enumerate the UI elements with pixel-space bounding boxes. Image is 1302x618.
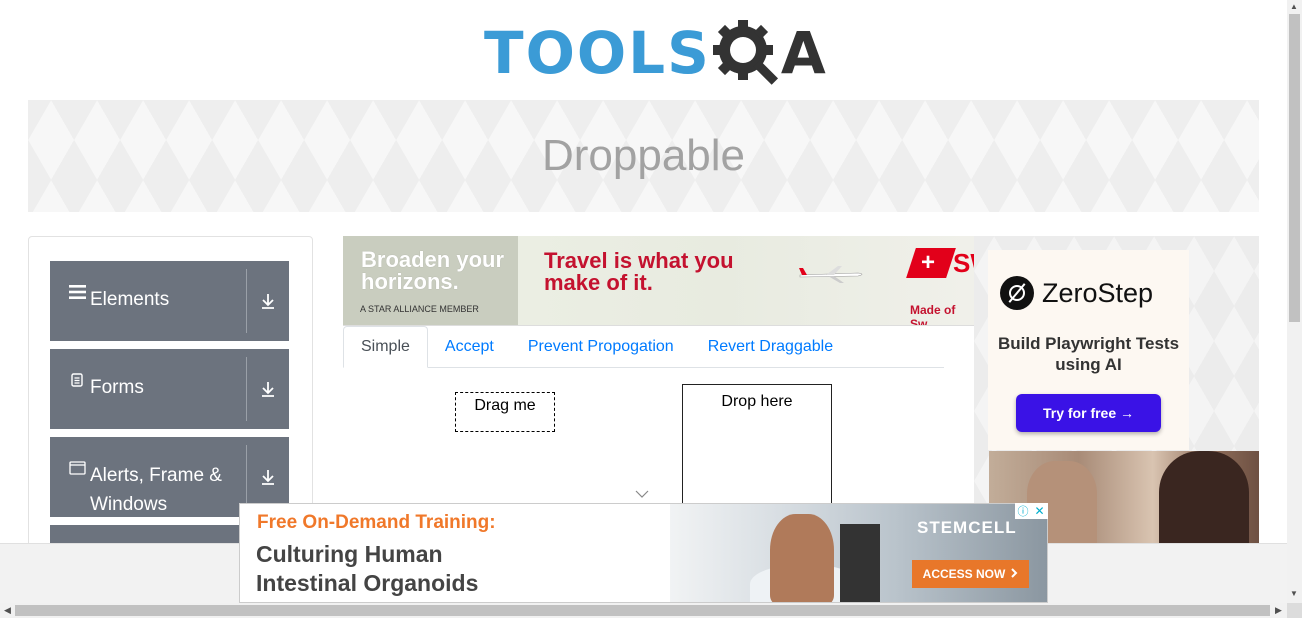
stemcell-logo: STEMCELL xyxy=(917,518,1017,537)
ad-kicker: Free On-Demand Training: xyxy=(257,512,496,533)
airplane-icon xyxy=(799,266,863,283)
chevron-down-icon xyxy=(635,487,649,501)
scrollbar-thumb[interactable] xyxy=(15,605,1270,616)
download-icon[interactable] xyxy=(247,261,289,341)
horizontal-scrollbar[interactable]: ◀ ▶ xyxy=(0,603,1287,618)
page-title: Droppable xyxy=(541,131,746,180)
access-now-button[interactable]: ACCESS NOW xyxy=(912,560,1029,588)
sidebar-group-forms[interactable]: Forms xyxy=(50,349,289,429)
ad-headline: Travel is what you make of it. xyxy=(544,248,734,295)
scroll-left-icon[interactable]: ◀ xyxy=(4,605,11,616)
ad-left-text: Broaden your horizons. xyxy=(361,247,505,294)
toolsqa-logo[interactable]: TOOLS A xyxy=(484,14,826,92)
chevron-right-icon xyxy=(1011,567,1018,581)
zerostep-brand: ZeroStep xyxy=(1042,277,1154,308)
sidebar-group-elements[interactable]: Elements xyxy=(50,261,289,341)
zerostep-logo-icon xyxy=(1000,276,1034,310)
microscope-icon xyxy=(840,524,880,602)
ad-close-icon[interactable]: ✕ xyxy=(1031,503,1048,519)
sidebar-group-label: Forms xyxy=(90,377,144,398)
tab-revert-draggable[interactable]: Revert Draggable xyxy=(691,326,850,368)
sidebar-group-label: Alerts, Frame & Windows xyxy=(90,465,222,515)
ad-headline: Culturing Human Intestinal Organoids xyxy=(256,540,478,598)
zerostep-logo: ZeroStep xyxy=(1000,276,1153,310)
download-icon[interactable] xyxy=(247,349,289,429)
right-advertisement[interactable]: ZeroStep Build Playwright Tests using AI… xyxy=(974,236,1259,543)
scroll-up-icon[interactable]: ▲ xyxy=(1290,2,1298,11)
ad-headline-line: Culturing Human xyxy=(256,541,443,567)
window-icon xyxy=(67,461,87,475)
try-for-free-button[interactable]: Try for free → xyxy=(1016,394,1161,432)
zerostep-card[interactable]: ZeroStep Build Playwright Tests using AI… xyxy=(988,250,1189,450)
droppable-tabs: Simple Accept Prevent Propogation Revert… xyxy=(343,326,944,368)
logo-qa: A xyxy=(712,16,826,90)
ad-info-icon[interactable]: ⓘ xyxy=(1015,503,1031,519)
ad-alliance-text: A STAR ALLIANCE MEMBER xyxy=(360,304,479,314)
document-icon xyxy=(67,373,87,387)
tab-simple[interactable]: Simple xyxy=(343,326,428,368)
bottom-advertisement[interactable]: Free On-Demand Training: Culturing Human… xyxy=(239,503,1048,603)
droppable-box[interactable]: Drop here xyxy=(682,384,832,514)
tab-prevent-propogation[interactable]: Prevent Propogation xyxy=(511,326,691,368)
page: TOOLS A Droppable Elements Forms Alerts,… xyxy=(0,0,1302,618)
vertical-scrollbar[interactable]: ▲ ▼ xyxy=(1287,0,1302,603)
ad-brand: SW xyxy=(953,248,974,278)
zerostep-subtitle: Build Playwright Tests using AI xyxy=(997,334,1180,374)
photo-person xyxy=(1159,451,1249,543)
scroll-right-icon[interactable]: ▶ xyxy=(1275,605,1282,616)
swiss-flag-icon: + xyxy=(906,248,956,278)
ad-scientist xyxy=(770,514,834,602)
ad-headline-line: Intestinal Organoids xyxy=(256,570,479,596)
gear-magnifier-icon xyxy=(712,20,778,85)
ad-tagline: Made of Sw xyxy=(910,303,956,326)
logo-a: A xyxy=(780,19,826,87)
logo-text: TOOLS xyxy=(484,19,711,87)
top-advertisement[interactable]: Broaden your horizons. A STAR ALLIANCE M… xyxy=(343,236,974,326)
tab-accept[interactable]: Accept xyxy=(428,326,511,368)
draggable-box[interactable]: Drag me xyxy=(455,392,555,432)
page-banner: Droppable xyxy=(28,100,1259,212)
hamburger-icon xyxy=(67,285,87,299)
scroll-down-icon[interactable]: ▼ xyxy=(1290,589,1298,598)
access-now-label: ACCESS NOW xyxy=(922,567,1006,581)
scrollbar-thumb[interactable] xyxy=(1289,14,1300,322)
scrollbar-corner xyxy=(1287,603,1302,618)
sidebar-group-label: Elements xyxy=(90,289,170,310)
